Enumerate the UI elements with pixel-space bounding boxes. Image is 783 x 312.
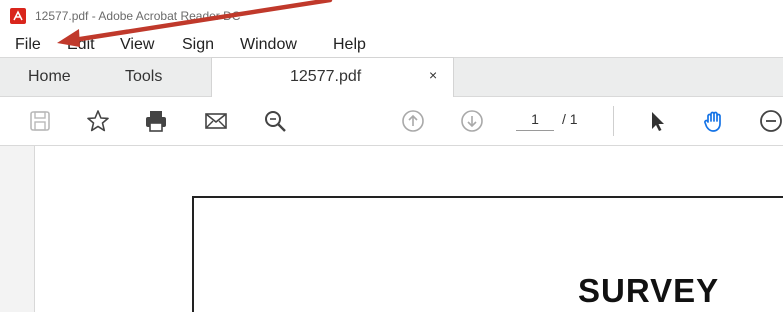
annotation-arrow — [57, 0, 333, 47]
